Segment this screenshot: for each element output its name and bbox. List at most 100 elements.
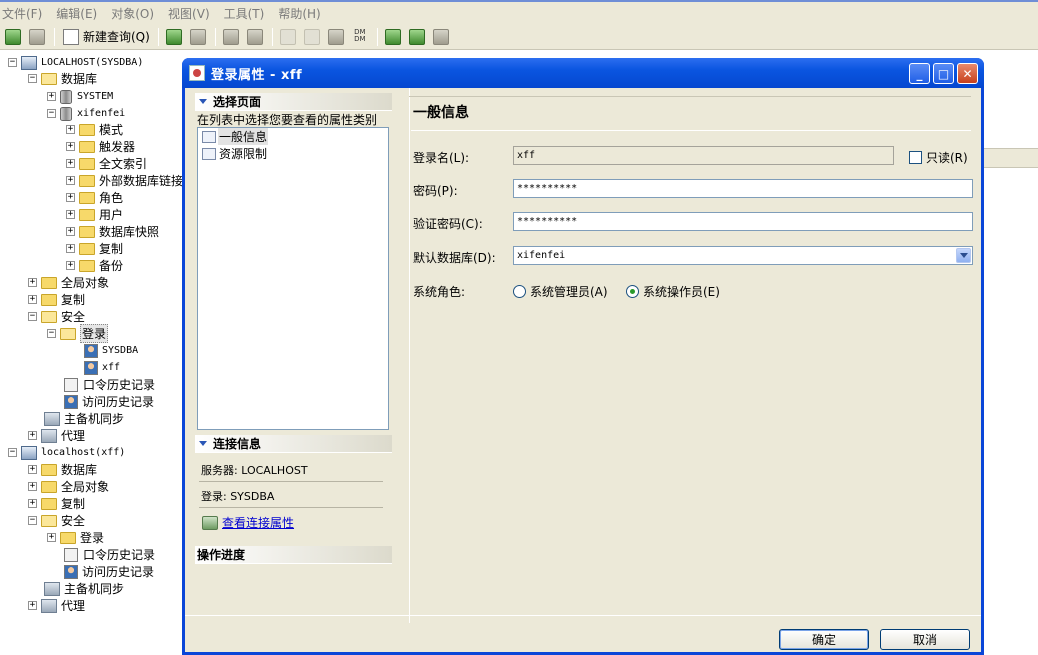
expand-icon[interactable]: + [28, 601, 37, 610]
view-connection-properties-link[interactable]: 查看连接属性 [222, 514, 294, 531]
tree-node-replication2[interactable]: + 复制 [28, 291, 85, 308]
tree-node-server2[interactable]: − localhost(xff) [8, 444, 125, 461]
minimize-button[interactable]: _ [909, 63, 930, 84]
cut-button[interactable] [277, 27, 299, 47]
confirm-password-field[interactable]: ********** [513, 212, 973, 231]
tree-node-databases[interactable]: − 数据库 [28, 70, 97, 87]
select-page-header[interactable]: 选择页面 [195, 93, 392, 111]
role-operator-radio[interactable]: 系统操作员(E) [626, 283, 720, 300]
tree-node-login-sysdba[interactable]: SYSDBA [84, 342, 138, 359]
page-item-general[interactable]: 一般信息 [198, 128, 388, 145]
tree-node-s2-master-standby[interactable]: 主备机同步 [44, 580, 124, 597]
dropdown-arrow-icon[interactable] [956, 248, 971, 263]
connection-info-header[interactable]: 连接信息 [195, 435, 392, 453]
expand-icon[interactable]: + [28, 465, 37, 474]
expand-icon[interactable]: + [66, 142, 75, 151]
collapse-icon[interactable]: − [8, 448, 17, 457]
tree-node-access-history[interactable]: 访问历史记录 [64, 393, 154, 410]
save-button[interactable] [187, 27, 209, 47]
tree-node-agent[interactable]: + 代理 [28, 427, 85, 444]
expand-icon[interactable]: + [66, 210, 75, 219]
expand-icon[interactable]: + [66, 227, 75, 236]
tree-node-users[interactable]: + 用户 [66, 206, 123, 223]
login-name-field[interactable]: xff [513, 146, 894, 165]
expand-icon[interactable]: + [28, 499, 37, 508]
tree-node-s2-databases[interactable]: + 数据库 [28, 461, 97, 478]
tree-node-snapshots[interactable]: + 数据库快照 [66, 223, 159, 240]
expand-icon[interactable]: + [28, 278, 37, 287]
expand-icon[interactable]: + [28, 295, 37, 304]
expand-icon[interactable]: + [66, 125, 75, 134]
copy-button[interactable] [301, 27, 323, 47]
expand-icon[interactable]: + [66, 261, 75, 270]
tree-node-master-standby[interactable]: 主备机同步 [44, 410, 124, 427]
expand-icon[interactable]: + [47, 92, 56, 101]
maximize-button[interactable]: □ [933, 63, 954, 84]
tree-node-replication[interactable]: + 复制 [66, 240, 123, 257]
tree-node-s2-pwd-history[interactable]: 口令历史记录 [64, 546, 155, 563]
tree-node-roles[interactable]: + 角色 [66, 189, 123, 206]
tree-node-backup[interactable]: + 备份 [66, 257, 123, 274]
menu-edit[interactable]: 编辑(E) [56, 5, 97, 22]
menu-file[interactable]: 文件(F) [2, 5, 42, 22]
view-connection-properties[interactable]: 查看连接属性 [202, 514, 294, 531]
tree-node-external-links[interactable]: + 外部数据库链接 [66, 172, 183, 189]
password-field[interactable]: ********** [513, 179, 973, 198]
redo-button[interactable] [244, 27, 266, 47]
cancel-button[interactable]: 取消 [880, 629, 970, 650]
connect-button[interactable] [2, 27, 24, 47]
tree-node-logins[interactable]: − 登录 [47, 324, 109, 343]
menu-object[interactable]: 对象(O) [111, 5, 154, 22]
collapse-icon[interactable]: − [47, 109, 56, 118]
paste-button[interactable] [325, 27, 347, 47]
expand-icon[interactable]: + [28, 431, 37, 440]
tree-node-s2-replication[interactable]: + 复制 [28, 495, 85, 512]
menu-help[interactable]: 帮助(H) [278, 5, 320, 22]
expand-icon[interactable]: + [66, 176, 75, 185]
tree-node-pwd-history[interactable]: 口令历史记录 [64, 376, 155, 393]
tree-node-server1[interactable]: − LOCALHOST(SYSDBA) [8, 54, 143, 71]
new-query-button[interactable]: 新建查询(Q) [59, 27, 154, 47]
tree-node-s2-agent[interactable]: + 代理 [28, 597, 85, 614]
tree-node-security[interactable]: − 安全 [28, 308, 85, 325]
expand-icon[interactable]: + [28, 482, 37, 491]
select-page-hint: 在列表中选择您要查看的属性类别 [197, 113, 378, 127]
dialog-titlebar[interactable]: 登录属性 - xff _ □ ✕ [182, 58, 984, 88]
menu-view[interactable]: 视图(V) [168, 5, 210, 22]
collapse-icon[interactable]: − [28, 312, 37, 321]
tool-button-3[interactable] [430, 27, 452, 47]
role-admin-radio[interactable]: 系统管理员(A) [513, 283, 608, 300]
menu-tools[interactable]: 工具(T) [224, 5, 265, 22]
tree-node-db-xifenfei[interactable]: − xifenfei [47, 105, 125, 122]
tool-button-2[interactable] [406, 27, 428, 47]
tree-node-s2-access-history[interactable]: 访问历史记录 [64, 563, 154, 580]
expand-icon[interactable]: + [66, 159, 75, 168]
tree-node-triggers[interactable]: + 触发器 [66, 138, 135, 155]
expand-icon[interactable]: + [66, 244, 75, 253]
expand-icon[interactable]: + [66, 193, 75, 202]
default-database-select[interactable]: xifenfei [513, 246, 973, 265]
tool-button-1[interactable] [382, 27, 404, 47]
tree-node-global-objects[interactable]: + 全局对象 [28, 274, 109, 291]
menu-bar: 文件(F) 编辑(E) 对象(O) 视图(V) 工具(T) 帮助(H) [0, 0, 1038, 24]
tree-node-s2-security[interactable]: − 安全 [28, 512, 85, 529]
collapse-icon[interactable]: − [28, 74, 37, 83]
close-button[interactable]: ✕ [957, 63, 978, 84]
ok-button[interactable]: 确定 [779, 629, 869, 650]
tree-node-s2-logins[interactable]: + 登录 [47, 529, 104, 546]
tree-node-login-xff[interactable]: xff [84, 359, 120, 376]
tree-node-schema[interactable]: + 模式 [66, 121, 123, 138]
undo-button[interactable] [220, 27, 242, 47]
dm-button[interactable]: DM DM [349, 27, 371, 47]
tree-node-db-system[interactable]: + SYSTEM [47, 88, 113, 105]
disconnect-button[interactable] [26, 27, 48, 47]
collapse-icon[interactable]: − [47, 329, 56, 338]
open-button[interactable] [163, 27, 185, 47]
tree-node-fulltext[interactable]: + 全文索引 [66, 155, 147, 172]
collapse-icon[interactable]: − [8, 58, 17, 67]
expand-icon[interactable]: + [47, 533, 56, 542]
tree-node-s2-global-objects[interactable]: + 全局对象 [28, 478, 109, 495]
readonly-checkbox[interactable]: 只读(R) [909, 149, 968, 166]
collapse-icon[interactable]: − [28, 516, 37, 525]
page-item-resource-limits[interactable]: 资源限制 [198, 145, 388, 162]
